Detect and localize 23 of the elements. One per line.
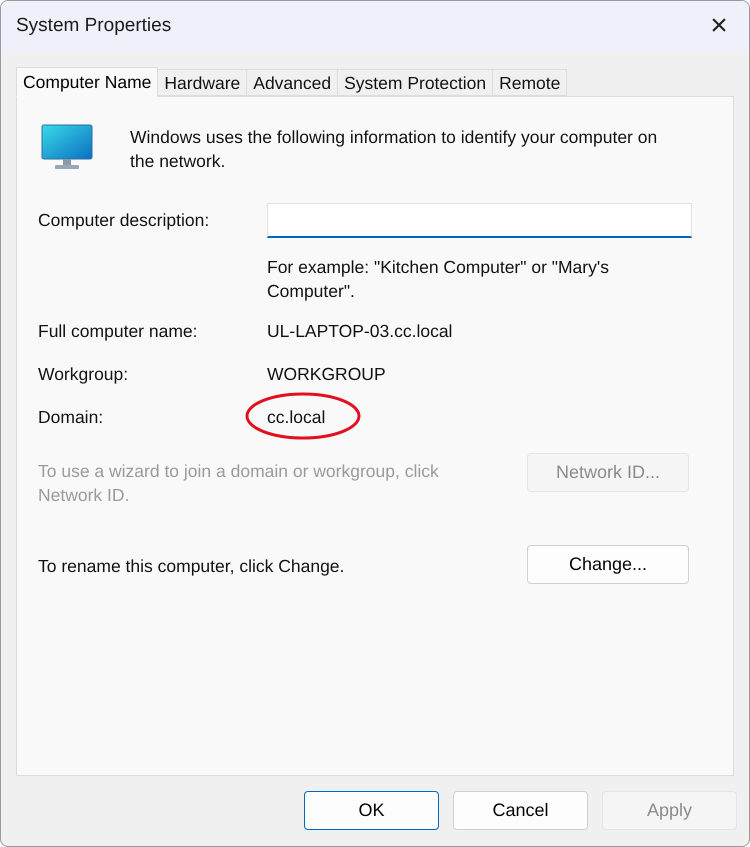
info-value: cc.local	[267, 406, 326, 427]
network-id-text: To use a wizard to join a domain or workgroup, click Network ID.	[38, 460, 440, 507]
dialog-button[interactable]: Cancel	[453, 791, 588, 830]
tab[interactable]: Remote	[493, 69, 568, 96]
tab[interactable]: Hardware	[158, 69, 248, 96]
tab[interactable]: Computer Name	[16, 67, 158, 97]
intro-text: Windows uses the following information to identify your computer on the network.	[130, 126, 658, 173]
change-button[interactable]: Change...	[527, 545, 689, 584]
tab[interactable]: Advanced	[247, 69, 338, 96]
info-value: UL-LAPTOP-03.cc.local	[267, 320, 452, 341]
info-value: WORKGROUP	[267, 364, 386, 384]
rename-text: To rename this computer, click Change.	[38, 555, 344, 578]
description-label: Computer description:	[38, 209, 210, 232]
tab[interactable]: System Protection	[338, 69, 494, 96]
dialog-button[interactable]: OK	[304, 791, 439, 830]
window-title: System Properties	[16, 14, 172, 38]
close-button[interactable]: ×	[707, 11, 731, 41]
info-label: Workgroup:	[38, 362, 130, 386]
info-label: Domain:	[38, 406, 104, 429]
info-label: Full computer name:	[38, 320, 199, 343]
monitor-icon	[41, 124, 93, 170]
description-field[interactable]	[267, 203, 692, 238]
description-hint: For example: "Kitchen Computer" or "Mary's Computer".	[267, 256, 610, 303]
